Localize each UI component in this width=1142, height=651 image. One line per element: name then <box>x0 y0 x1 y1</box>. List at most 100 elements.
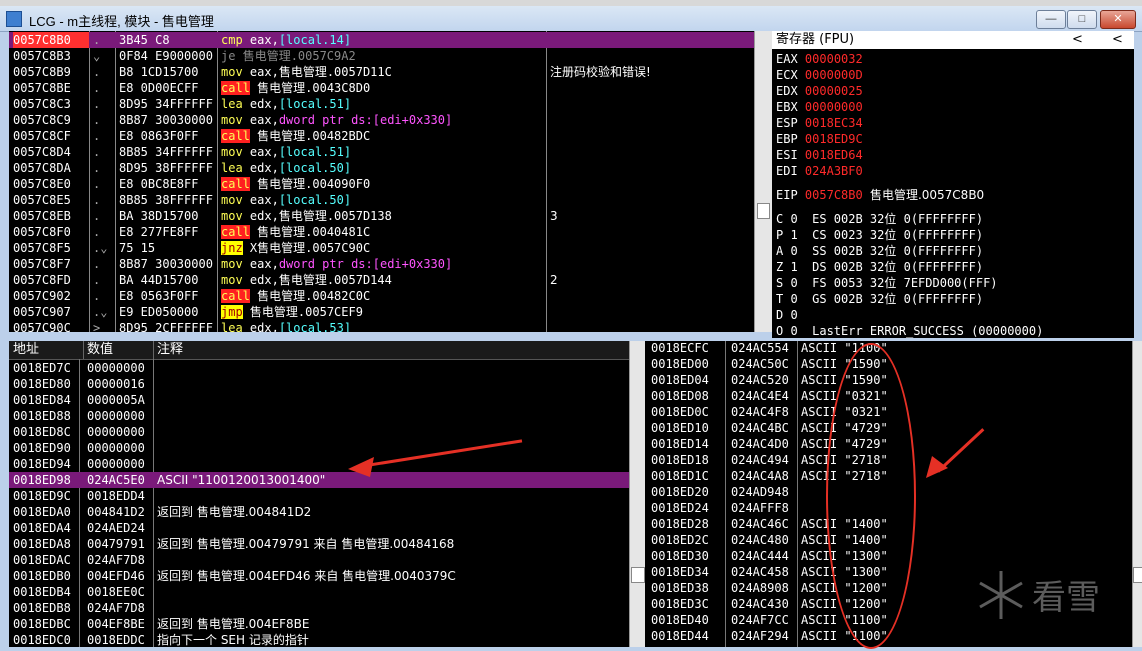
disasm-marker: . <box>93 193 101 207</box>
stack-row[interactable]: 0018EDB8 024AF7D8 <box>9 600 629 616</box>
stack-address: 0018ED7C <box>13 361 71 375</box>
disasm-opcode: call <box>221 225 250 239</box>
stack-row[interactable]: 0018ED88 00000000 <box>9 408 629 424</box>
dump-scrollbar[interactable] <box>629 341 646 647</box>
disasm-row[interactable]: 0057C8B3 ⌄ 0F84 E9000000 je 售电管理.0057C9A2 <box>9 48 754 64</box>
close-button[interactable]: ✕ <box>1100 10 1136 29</box>
registers-title: 寄存器 (FPU) <box>776 32 855 47</box>
window-title: LCG - m主线程, 模块 - 售电管理 <box>29 14 214 29</box>
disasm-hex: 8B87 30030000 <box>119 113 213 127</box>
memory-address: 0018ED28 <box>651 517 709 531</box>
stack-address: 0018EDB8 <box>13 601 71 615</box>
disasm-row[interactable]: 0057C8C9. 8B87 30030000 mov eax,dword ptr … <box>9 112 754 128</box>
registers-nav-left-2[interactable]: < <box>1112 31 1123 49</box>
column-header-comment[interactable]: 注释 <box>153 341 629 359</box>
disasm-row[interactable]: 0057C8E0. E8 0BC8E8FF call 售电管理.004090F0 <box>9 176 754 192</box>
disasm-row[interactable]: 0057C8F7. 8B87 30030000 mov eax,dword ptr … <box>9 256 754 272</box>
stack-comment: 返回到 售电管理.004841D2 <box>157 505 312 519</box>
disasm-row[interactable]: 0057C907 .⌄ E9 ED050000 jmp 售电管理.0057CEF9 <box>9 304 754 320</box>
flag-row[interactable]: T 0 GS 002B 32位 0(FFFFFFFF) <box>776 291 983 307</box>
stack-row[interactable]: 0018ED8C 00000000 <box>9 424 629 440</box>
memory-value: 024AFFF8 <box>731 501 789 515</box>
disasm-row[interactable]: 0057C8FD. BA 44D15700 mov edx,售电管理.0057D14… <box>9 272 754 288</box>
flag-row[interactable]: Z 1 DS 002B 32位 0(FFFFFFFF) <box>776 259 983 275</box>
disasm-address: 0057C8C3 <box>13 97 71 111</box>
disasm-row[interactable]: 0057C8CF. E8 0863F0FF call 售电管理.00482BDC <box>9 128 754 144</box>
memory-value: 024AD948 <box>731 485 789 499</box>
stack-row[interactable]: 0018ED9C 0018EDD4 <box>9 488 629 504</box>
disasm-row[interactable]: 0057C90C >8D95 2CFFFFFF lea edx,[local.53] <box>9 320 754 332</box>
register-ebx[interactable]: EBX 00000000 <box>776 99 863 115</box>
memory-row[interactable]: 0018ECFC 024AC554 ASCII "1100" <box>645 341 1132 356</box>
disasm-row[interactable]: 0057C8B9. B8 1CD15700 mov eax,售电管理.0057D11… <box>9 64 754 80</box>
flag-row[interactable]: S 0 FS 0053 32位 7EFDD000(FFF) <box>776 275 998 291</box>
stack-address: 0018EDBC <box>13 617 71 631</box>
disasm-address: 0057C8FD <box>13 273 71 287</box>
register-edi[interactable]: EDI 024A3BF0 <box>776 163 863 179</box>
disasm-instruction: lea edx,[local.51] <box>221 96 545 112</box>
flag-row[interactable]: P 1 CS 0023 32位 0(FFFFFFFF) <box>776 227 983 243</box>
stack-row[interactable]: 0018EDB4 0018EE0C <box>9 584 629 600</box>
disasm-row[interactable]: 0057C902. E8 0563F0FF call 售电管理.00482C0C <box>9 288 754 304</box>
stack-address: 0018ED98 <box>13 473 71 487</box>
stack-row[interactable]: 0018EDA0 004841D2 返回到 售电管理.004841D2 <box>9 504 629 520</box>
disasm-row[interactable]: 0057C8F5 .⌄ 75 15 jnz X售电管理.0057C90C <box>9 240 754 256</box>
stack-row[interactable]: 0018ED94 00000000 <box>9 456 629 472</box>
disasm-hex: 8B87 30030000 <box>119 257 213 271</box>
stack-row[interactable]: 0018ED84 0000005A <box>9 392 629 408</box>
disasm-marker: . <box>93 273 101 287</box>
memory-address: 0018ED38 <box>651 581 709 595</box>
disasm-marker: . <box>93 81 101 95</box>
memory-value: 024AC50C <box>731 357 789 371</box>
stack-row[interactable]: 0018EDA8 00479791 返回到 售电管理.00479791 来自 售电管… <box>9 536 629 552</box>
stack-row[interactable]: 0018ED7C 00000000 <box>9 360 629 376</box>
stack-row[interactable]: 0018EDAC 024AF7D8 <box>9 552 629 568</box>
stack-dump-pane[interactable]: 地址 数值 注释 0018ED7C 00000000 0018ED80 0000001… <box>9 341 629 647</box>
disasm-row[interactable]: 0057C8D4. 8B85 34FFFFFF mov eax,[local.51] <box>9 144 754 160</box>
register-eax[interactable]: EAX 00000032 <box>776 51 863 67</box>
disasm-row[interactable]: 0057C8BE. E8 0D00ECFF call 售电管理.0043C8D0 <box>9 80 754 96</box>
stack-row[interactable]: 0018EDC0 0018EDDC 指向下一个 SEH 记录的指针 <box>9 632 629 647</box>
flag-row[interactable]: O 0 LastErr ERROR_SUCCESS (00000000) <box>776 323 1043 338</box>
scrollbar-thumb[interactable] <box>631 567 645 583</box>
column-header-value[interactable]: 数值 <box>83 341 154 359</box>
register-value: 024A3BF0 <box>804 164 863 178</box>
stack-value: 024AED24 <box>87 521 145 535</box>
disasm-row[interactable]: 0057C8DA. 8D95 38FFFFFF lea edx,[local.50] <box>9 160 754 176</box>
register-ecx[interactable]: ECX 0000000D <box>776 67 863 83</box>
disassembly-scrollbar[interactable] <box>754 31 772 332</box>
disasm-row[interactable]: 0057C8F0. E8 277FE8FF call 售电管理.0040481C <box>9 224 754 240</box>
register-ebp[interactable]: EBP 0018ED9C <box>776 131 863 147</box>
scrollbar-thumb[interactable] <box>757 203 770 219</box>
stack-row[interactable]: 0018EDA4 024AED24 <box>9 520 629 536</box>
flag-row[interactable]: A 0 SS 002B 32位 0(FFFFFFFF) <box>776 243 983 259</box>
disasm-opcode: jnz <box>221 241 243 255</box>
stack-row[interactable]: 0018EDBC 004EF8BE 返回到 售电管理.004EF8BE <box>9 616 629 632</box>
memory-value: 024AC4D0 <box>731 437 789 451</box>
disasm-row[interactable]: 0057C8C3. 8D95 34FFFFFF lea edx,[local.51] <box>9 96 754 112</box>
stack-row[interactable]: 0018ED98 024AC5E0 ASCII "1100120013001400" <box>9 472 629 488</box>
stack-address: 0018EDC0 <box>13 633 71 647</box>
stack-row[interactable]: 0018ED80 00000016 <box>9 376 629 392</box>
register-eip[interactable]: EIP 0057C8B0 售电管理.0057C8B0 <box>776 187 984 203</box>
registers-pane[interactable]: 寄存器 (FPU) < < EAX 00000032 ECX 0000000D ED… <box>772 31 1134 338</box>
stack-scrollbar[interactable] <box>1132 341 1142 647</box>
scrollbar-thumb[interactable] <box>1133 567 1142 583</box>
disasm-row[interactable]: 0057C8E5. 8B85 38FFFFFF mov eax,[local.50] <box>9 192 754 208</box>
register-esp[interactable]: ESP 0018EC34 <box>776 115 863 131</box>
maximize-button[interactable]: □ <box>1067 10 1097 29</box>
register-esi[interactable]: ESI 0018ED64 <box>776 147 863 163</box>
flag-row[interactable]: D 0 <box>776 307 798 323</box>
flag-row[interactable]: C 0 ES 002B 32位 0(FFFFFFFF) <box>776 211 983 227</box>
registers-nav-left[interactable]: < <box>1072 31 1083 49</box>
disassembly-pane[interactable]: 0057C8B0. 3B45 C8 cmp eax,[local.14] 0057C8… <box>9 31 754 332</box>
column-header-address[interactable]: 地址 <box>9 341 84 359</box>
disasm-row[interactable]: 0057C8EB. BA 38D15700 mov edx,售电管理.0057D13… <box>9 208 754 224</box>
stack-comment: 返回到 售电管理.004EF8BE <box>157 617 310 631</box>
minimize-button[interactable]: — <box>1036 10 1066 29</box>
stack-row[interactable]: 0018EDB0 004EFD46 返回到 售电管理.004EFD46 来自 售电管… <box>9 568 629 584</box>
stack-row[interactable]: 0018ED90 00000000 <box>9 440 629 456</box>
register-edx[interactable]: EDX 00000025 <box>776 83 863 99</box>
disasm-row[interactable]: 0057C8B0. 3B45 C8 cmp eax,[local.14] <box>9 32 754 48</box>
disasm-hex: 8B85 34FFFFFF <box>119 145 213 159</box>
